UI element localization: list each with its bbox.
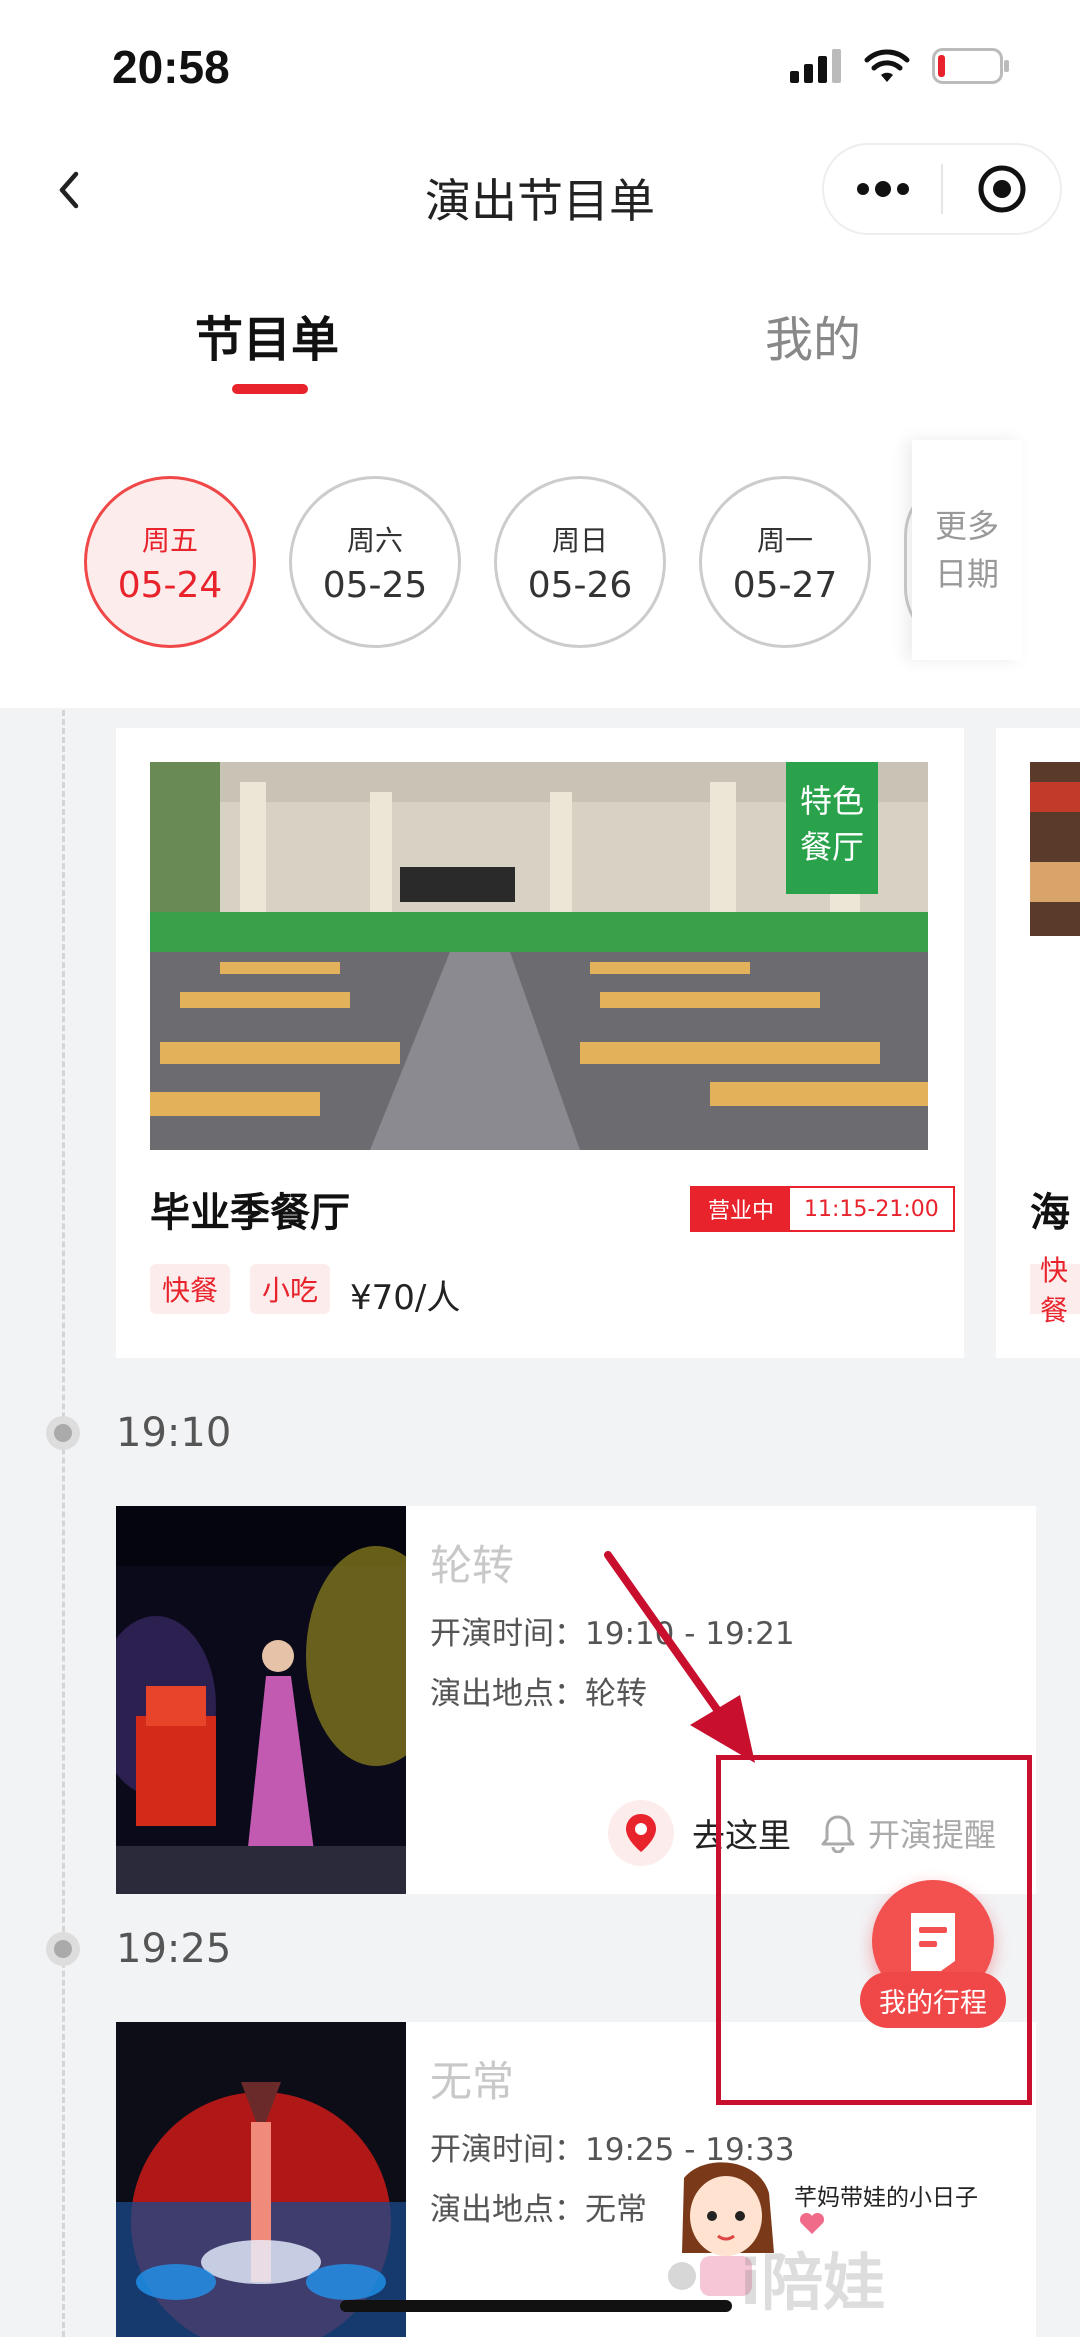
battery-icon — [932, 48, 1009, 84]
date-value: 05-26 — [527, 564, 633, 606]
mini-program-capsule — [822, 143, 1062, 235]
restaurant-name: 毕业季餐厅 — [150, 1190, 350, 1236]
date-chip[interactable]: 周一 05-27 — [699, 476, 871, 648]
restaurant-tag: 快餐 — [150, 1264, 231, 1314]
more-button[interactable] — [824, 145, 941, 233]
date-weekday: 周一 — [756, 523, 813, 557]
document-icon — [911, 1913, 955, 1971]
my-itinerary-button[interactable]: 我的行程 — [860, 1880, 1006, 2080]
show-photo — [116, 2022, 406, 2337]
tab-active-indicator — [232, 384, 308, 394]
watermark-caption: 芊妈带娃的小日子 — [794, 2185, 978, 2211]
badge-line2: 餐厅 — [799, 828, 864, 866]
more-dates-line1: 更多 — [934, 507, 999, 545]
show-time-label: 19:10 — [116, 1410, 232, 1456]
close-miniprogram-button[interactable] — [943, 145, 1060, 233]
timeline-dot — [46, 1932, 80, 1966]
show-time-label: 19:25 — [116, 1926, 232, 1972]
badge-line1: 特色 — [799, 782, 864, 820]
opening-hours: 11:15-21:00 — [804, 1196, 939, 1222]
restaurant-tag: 小吃 — [250, 1264, 331, 1314]
status-time: 20:58 — [112, 41, 230, 93]
target-circle-icon — [978, 165, 1025, 213]
date-weekday: 周日 — [551, 523, 608, 557]
restaurant-tag-next: 快餐 — [1030, 1254, 1080, 1327]
date-value: 05-27 — [732, 564, 838, 606]
date-value: 05-24 — [117, 564, 223, 606]
restaurant-photo-next — [1030, 762, 1080, 936]
date-chip[interactable]: 周日 05-26 — [494, 476, 666, 648]
wifi-icon — [864, 49, 910, 82]
restaurant-name-next: 海 — [1030, 1190, 1070, 1236]
more-dots-icon — [856, 181, 909, 197]
date-weekday: 周六 — [346, 523, 403, 557]
signal-icon — [790, 49, 841, 83]
show-title: 无常 — [430, 2057, 515, 2106]
location-pin-icon — [608, 1800, 674, 1866]
status-icons — [790, 48, 1010, 84]
more-dates-button[interactable]: 更多 日期 — [912, 440, 1022, 660]
date-weekday: 周五 — [141, 523, 198, 557]
open-status-label: 营业中 — [692, 1188, 791, 1230]
featured-restaurant-badge: 特色 餐厅 — [786, 762, 878, 894]
tab-mine[interactable]: 我的 — [765, 300, 861, 370]
date-chip[interactable]: 周六 05-25 — [289, 476, 461, 648]
timeline-dot — [46, 1416, 80, 1450]
date-chip[interactable]: 周五 05-24 — [84, 476, 256, 648]
more-dates-line2: 日期 — [934, 555, 999, 593]
show-venue: 演出地点：无常 — [430, 2192, 647, 2228]
home-indicator — [340, 2300, 732, 2312]
opening-status: 营业中 11:15-21:00 — [690, 1186, 955, 1232]
restaurant-price: ¥70/人 — [350, 1278, 461, 1318]
watermark-brand: i陪娃 — [740, 2246, 886, 2319]
my-itinerary-label: 我的行程 — [860, 1972, 1006, 2028]
tab-program-list[interactable]: 节目单 — [195, 300, 339, 370]
timeline-line — [62, 710, 65, 2337]
annotation-arrow-icon — [604, 1551, 755, 1763]
show-title: 轮转 — [430, 1541, 515, 1590]
show-photo — [116, 1506, 406, 1894]
date-value: 05-25 — [322, 564, 428, 606]
